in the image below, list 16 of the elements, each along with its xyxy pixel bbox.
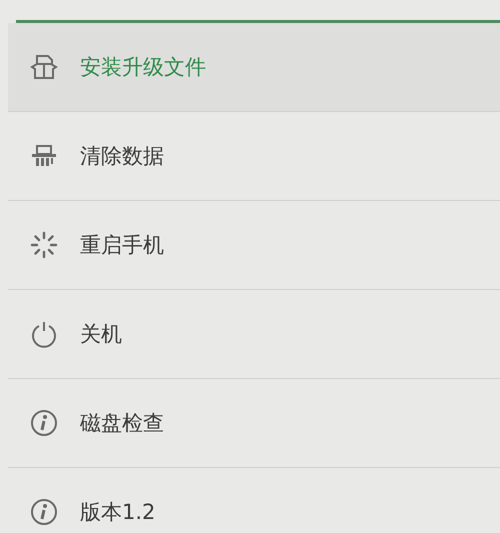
menu-item-label: 重启手机	[80, 232, 164, 259]
info-icon	[30, 409, 58, 437]
info-icon	[30, 498, 58, 526]
menu-item-label: 安装升级文件	[80, 54, 206, 81]
menu-item[interactable]: 版本1.2	[8, 468, 500, 533]
menu-item[interactable]: 重启手机	[8, 201, 500, 290]
package-icon	[30, 53, 58, 81]
spinner-icon	[30, 231, 58, 259]
menu-item[interactable]: 磁盘检查	[8, 379, 500, 468]
menu-item-label: 磁盘检查	[80, 410, 164, 437]
menu-item[interactable]: 清除数据	[8, 112, 500, 201]
power-icon	[30, 320, 58, 348]
menu-item-label: 清除数据	[80, 143, 164, 170]
menu-item[interactable]: 关机	[8, 290, 500, 379]
menu-item-label: 版本1.2	[80, 499, 156, 526]
menu-item-label: 关机	[80, 321, 122, 348]
